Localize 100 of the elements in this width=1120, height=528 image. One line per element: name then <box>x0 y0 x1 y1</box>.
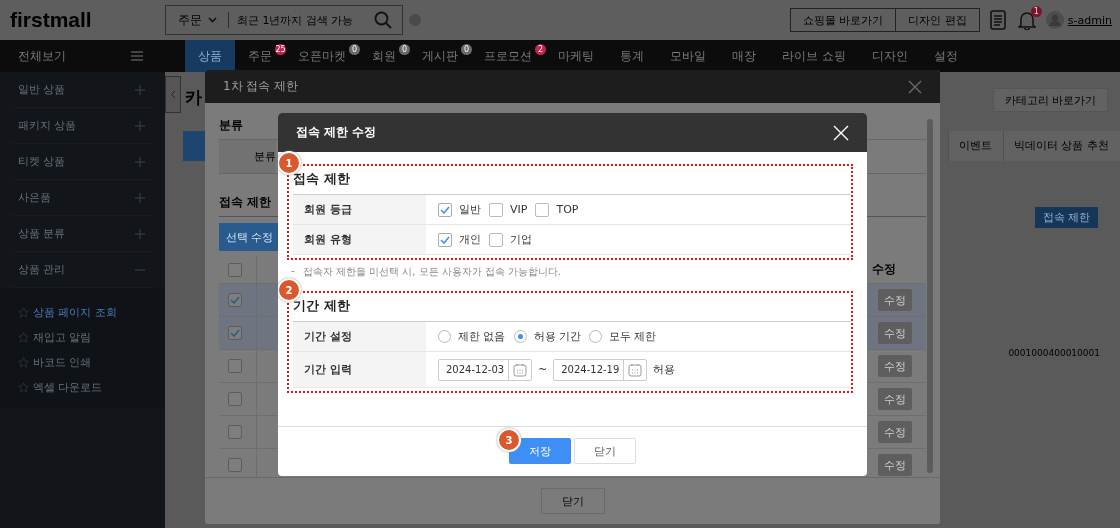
nav-tab[interactable]: 마케팅 <box>545 40 607 72</box>
field-label: 기간 설정 <box>293 322 426 351</box>
field-label: 회원 등급 <box>293 195 426 224</box>
check-icon <box>230 296 240 304</box>
checkbox-option[interactable]: 개인 <box>438 232 481 247</box>
checkbox[interactable] <box>228 326 242 340</box>
edit-button[interactable]: 수정 <box>878 322 912 344</box>
nav-tab[interactable]: 프로모션 2 <box>471 40 545 72</box>
logo-text[interactable]: firstmall <box>10 8 165 32</box>
nav-tab[interactable]: 상품 <box>185 40 235 72</box>
search-scope-select[interactable]: 주문 <box>166 12 229 28</box>
menu-icon[interactable] <box>131 51 143 61</box>
radio-option[interactable]: 모두 제한 <box>589 329 657 344</box>
plus-icon <box>135 192 145 203</box>
bulk-edit-button[interactable]: 선택 수정 <box>219 223 281 251</box>
checkbox[interactable] <box>489 202 503 217</box>
note-marker: - <box>291 265 295 278</box>
sidebar-title[interactable]: 전체보기 <box>18 47 66 65</box>
sidebar-item[interactable]: 재입고 알림 <box>0 325 165 350</box>
bell-icon[interactable] <box>1017 10 1036 30</box>
sidebar-group[interactable]: 일반 상품 <box>12 72 153 108</box>
calendar-icon[interactable] <box>513 362 527 377</box>
step-badge: 3 <box>497 428 521 452</box>
section-heading: 분류 <box>219 117 243 134</box>
checkbox-option[interactable]: TOP <box>535 202 579 217</box>
radio-option[interactable]: 허용 기간 <box>513 329 581 344</box>
edit-button[interactable]: 수정 <box>878 454 912 476</box>
header-button[interactable]: 쇼핑몰 바로가기 <box>789 8 897 32</box>
search-field[interactable]: 주문 최근 1년까지 검색 가능 <box>165 5 403 35</box>
star-icon <box>18 332 29 343</box>
date-field[interactable]: 2024-12-19 <box>553 358 648 381</box>
field-suffix: 허용 <box>653 362 676 377</box>
document-icon[interactable] <box>989 10 1006 30</box>
checkbox-option[interactable]: VIP <box>489 202 528 217</box>
nav-tab[interactable]: 회원 0 <box>359 40 409 72</box>
notification-badge: 1 <box>1030 6 1042 17</box>
plus-icon <box>135 84 145 95</box>
step-badge: 2 <box>278 278 301 302</box>
product-code: 0001000400010001 <box>1008 348 1100 358</box>
plus-icon <box>135 156 145 167</box>
checkbox[interactable] <box>228 425 242 439</box>
checkbox[interactable] <box>438 202 452 217</box>
sidebar-item[interactable]: 상품 페이지 조회 <box>0 300 165 325</box>
search-icon[interactable] <box>374 11 392 29</box>
row-label: 분류 <box>219 140 276 173</box>
radio-option[interactable]: 제한 없음 <box>438 329 506 344</box>
page-tab[interactable]: 빅데이터 상품 추천 <box>1003 131 1120 161</box>
checkbox[interactable] <box>228 392 242 406</box>
user-link[interactable]: s-admin <box>1067 13 1112 27</box>
sidebar-item[interactable]: 바코드 인쇄 <box>0 350 165 375</box>
checkbox[interactable] <box>228 262 242 277</box>
star-icon <box>18 357 29 368</box>
page-tab[interactable]: 이벤트 <box>948 131 1003 161</box>
nav-tab[interactable]: 매장 <box>719 40 769 72</box>
sidebar-group[interactable]: 티켓 상품 <box>12 144 153 180</box>
edit-button[interactable]: 수정 <box>878 388 912 410</box>
checkbox[interactable] <box>228 458 242 472</box>
chevron-left-icon <box>170 90 176 99</box>
check-icon <box>230 329 240 337</box>
checkbox[interactable] <box>535 202 550 217</box>
dialog-title: 접속 제한 수정 <box>296 124 377 141</box>
checkbox[interactable] <box>228 359 242 373</box>
edit-button[interactable]: 수정 <box>878 421 912 443</box>
sidebar-group[interactable]: 사은품 <box>12 180 153 216</box>
edit-button[interactable]: 수정 <box>878 355 912 377</box>
header-button[interactable]: 디자인 편집 <box>896 8 980 32</box>
checkbox[interactable] <box>438 232 452 247</box>
nav-tab[interactable]: 라이브 쇼핑 <box>769 40 859 72</box>
sidebar-group[interactable]: 상품 분류 <box>12 216 153 252</box>
nav-tab[interactable]: 설정 <box>920 40 971 72</box>
field-label: 회원 유형 <box>293 225 426 254</box>
close-button[interactable]: 닫기 <box>574 438 636 464</box>
count-badge: 25 <box>275 44 286 55</box>
nav-tab[interactable]: 모바일 <box>657 40 719 72</box>
checkbox-option[interactable]: 일반 <box>438 202 481 217</box>
checkbox-option[interactable]: 기업 <box>489 232 532 247</box>
edit-button[interactable]: 수정 <box>878 289 912 311</box>
chevron-down-icon <box>207 17 217 23</box>
checkbox[interactable] <box>489 232 503 247</box>
star-icon <box>18 382 29 393</box>
close-button[interactable]: 닫기 <box>540 488 605 514</box>
sidebar-item[interactable]: 엑셀 다운로드 <box>0 375 165 400</box>
nav-tab[interactable]: 게시판 0 <box>409 40 471 72</box>
nav-tab[interactable]: 디자인 <box>858 40 921 72</box>
sidebar-group[interactable]: 패키지 상품 <box>12 108 153 144</box>
category-link-button[interactable]: 카테고리 바로가기 <box>992 88 1108 112</box>
nav-tab[interactable]: 통계 <box>607 40 657 72</box>
plus-icon <box>135 120 145 131</box>
section-heading: 접속 제한 <box>219 194 272 211</box>
star-icon <box>18 307 29 318</box>
nav-tab[interactable]: 주문 25 <box>235 40 285 72</box>
plus-icon <box>135 228 145 239</box>
date-field[interactable]: 2024-12-03 <box>438 358 532 381</box>
calendar-icon[interactable] <box>628 362 643 377</box>
nav-tab[interactable]: 오픈마켓 0 <box>285 40 359 72</box>
collapse-button[interactable] <box>165 76 181 113</box>
access-limit-button[interactable]: 접속 제한 <box>1034 207 1098 228</box>
checkbox[interactable] <box>228 293 242 307</box>
dialog-title: 1차 접속 제한 <box>223 78 299 95</box>
avatar-icon[interactable] <box>1045 11 1064 29</box>
